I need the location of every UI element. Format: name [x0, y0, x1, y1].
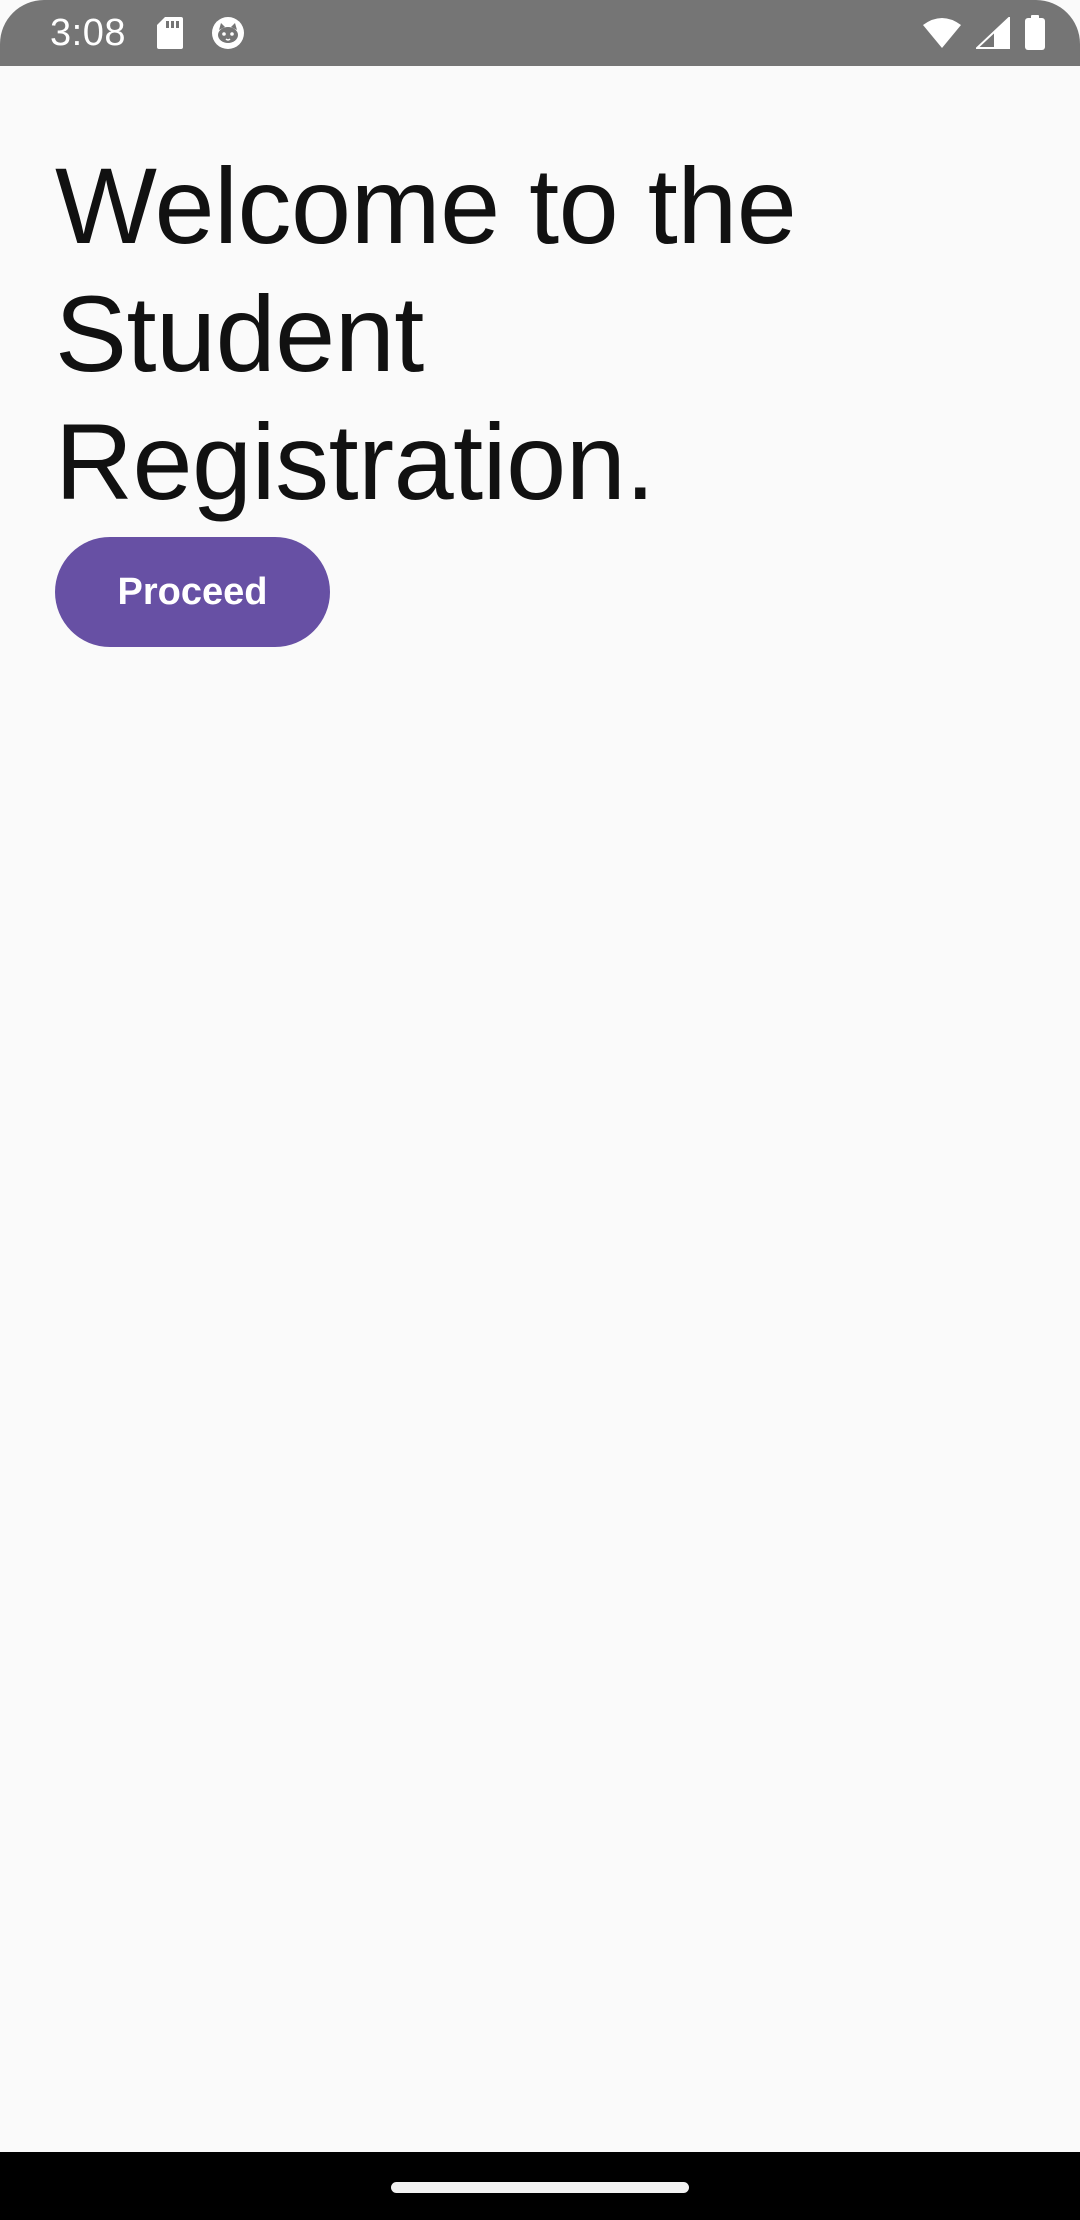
wifi-icon — [922, 17, 962, 49]
battery-icon — [1024, 15, 1046, 51]
cat-face-icon — [210, 15, 246, 51]
status-bar: 3:08 — [0, 0, 1080, 66]
home-gesture-handle[interactable] — [391, 2182, 689, 2193]
main-content: Welcome to the Student Registration. Pro… — [0, 66, 1080, 2152]
welcome-headline: Welcome to the Student Registration. — [55, 145, 797, 522]
proceed-button[interactable]: Proceed — [55, 537, 330, 647]
cellular-signal-icon — [976, 17, 1010, 49]
sd-card-icon — [156, 16, 184, 50]
status-right-icons — [922, 15, 1046, 51]
navigation-bar — [0, 2152, 1080, 2220]
app-screen: 3:08 Welcome to the Student Registration… — [0, 0, 1080, 2220]
status-left-icons — [156, 15, 246, 51]
status-time: 3:08 — [50, 12, 126, 54]
